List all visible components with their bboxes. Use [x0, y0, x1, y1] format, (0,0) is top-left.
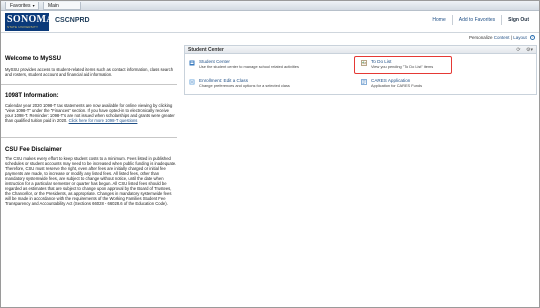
menu-bar: Favorites▾ Main Menu▾ — [1, 1, 539, 17]
header-banner: SONOMA STATE UNIVERSITY CSCNPRD Home Add… — [1, 11, 539, 33]
logo-wordmark: SONOMA — [7, 14, 54, 25]
personalize-layout-link[interactable]: Layout — [513, 35, 527, 40]
logo-subtitle: STATE UNIVERSITY — [7, 25, 39, 29]
sign-out-link[interactable]: Sign Out — [501, 15, 535, 25]
header-links: Home Add to Favorites Sign Out — [426, 15, 535, 25]
help-icon[interactable]: ? — [530, 35, 535, 41]
to-do-list-highlight — [354, 56, 452, 74]
pagelet-title: Student Center — [188, 47, 224, 53]
enrollment-icon — [189, 79, 195, 85]
student-center-icon — [189, 60, 195, 66]
refresh-icon[interactable]: ⟳ — [516, 47, 520, 53]
personalize-bar: Personalize Content | Layout ? — [1, 34, 539, 42]
personalize-label: Personalize — [468, 35, 493, 40]
main-menu[interactable]: Main Menu▾ — [43, 2, 81, 17]
cares-application-desc: Application for CARES Funds — [371, 83, 423, 88]
cares-application-icon — [361, 79, 367, 85]
left-column: Welcome to MySSU MySSU provides access t… — [1, 43, 179, 233]
sonoma-state-logo[interactable]: SONOMA STATE UNIVERSITY — [5, 13, 54, 31]
gear-icon[interactable]: ⚙▾ — [526, 47, 533, 53]
cares-application-link[interactable]: CARES Application Application for CARES … — [361, 78, 531, 90]
home-link[interactable]: Home — [426, 15, 451, 25]
csu-fee-text: The CSU makes every effort to keep stude… — [5, 156, 177, 206]
welcome-title: Welcome to MySSU — [5, 56, 61, 62]
info-1098t-link[interactable]: Click here for more 1098-T questions — [69, 118, 138, 123]
pagelet-header: Student Center ⟳ ⚙▾ — [185, 46, 536, 54]
app-name: CSCNPRD — [55, 17, 90, 24]
enrollment-edit-class-desc: Change preferences and options for a sel… — [199, 83, 290, 88]
chevron-down-icon: ▾ — [32, 3, 35, 8]
divider — [1, 137, 177, 138]
csu-fee-title: CSU Fee Disclaimer — [5, 147, 62, 153]
divider — [1, 84, 177, 85]
personalize-content-link[interactable]: Content — [494, 35, 510, 40]
favorites-menu[interactable]: Favorites ▾ — [5, 2, 39, 10]
info-1098t-title: 1098T Information: — [5, 93, 59, 99]
welcome-text: MySSU provides access to student-related… — [5, 67, 174, 77]
student-center-desc: Use the student center to manage school … — [199, 64, 299, 69]
info-1098t-text: Calendar year 2020 1098-T tax statements… — [5, 103, 177, 123]
pagelet-controls: ⟳ ⚙▾ — [512, 47, 533, 53]
add-to-favorites-link[interactable]: Add to Favorites — [451, 15, 501, 25]
personalize-separator: | — [510, 35, 512, 40]
browser-page: Favorites▾ Main Menu▾ SONOMA STATE UNIVE… — [0, 0, 540, 308]
student-center-link[interactable]: Student Center Use the student center to… — [189, 59, 359, 71]
enrollment-edit-class-link[interactable]: Enrollment: Edit a Class Change preferen… — [189, 78, 359, 90]
favorites-menu-label: Favorites — [10, 3, 31, 9]
